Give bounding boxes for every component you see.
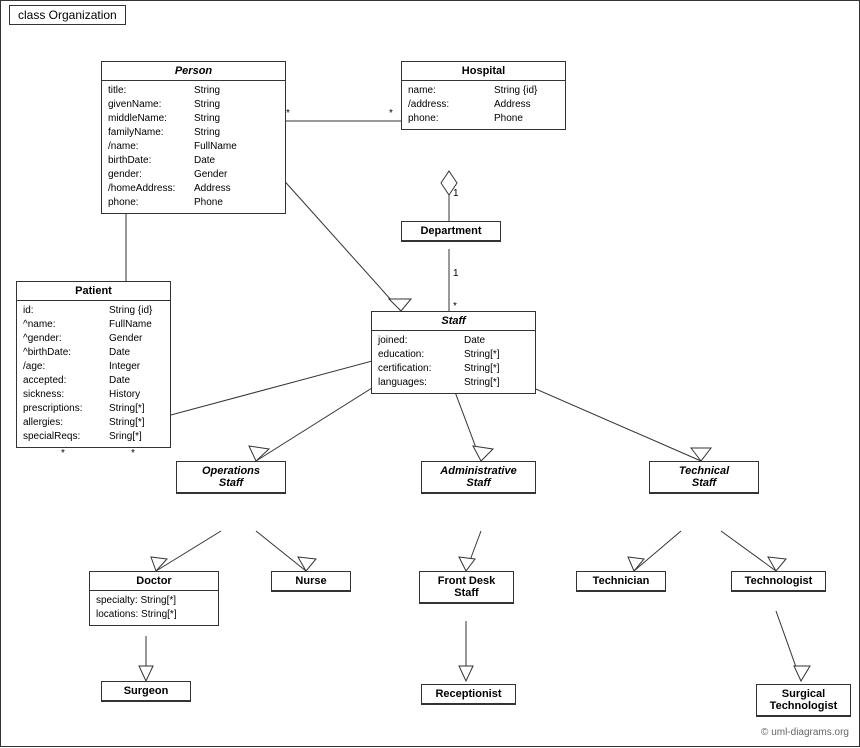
doctor-class: Doctor specialty: String[*] locations: S… [89, 571, 219, 626]
person-class-attrs: title:String givenName:String middleName… [102, 81, 285, 213]
hospital-class-name: Hospital [402, 62, 565, 81]
staff-class: Staff joined:Date education:String[*] ce… [371, 311, 536, 394]
person-class-name: Person [102, 62, 285, 81]
svg-text:1: 1 [453, 268, 459, 279]
department-class: Department [401, 221, 501, 242]
doctor-class-name: Doctor [90, 572, 218, 591]
staff-class-name: Staff [372, 312, 535, 331]
technician-class-name: Technician [577, 572, 665, 591]
patient-class: Patient id:String {id} ^name:FullName ^g… [16, 281, 171, 448]
svg-text:*: * [286, 108, 290, 119]
svg-text:1: 1 [453, 188, 459, 199]
patient-class-name: Patient [17, 282, 170, 301]
svg-text:*: * [61, 448, 65, 459]
front-desk-staff-class-name: Front DeskStaff [420, 572, 513, 603]
technologist-class: Technologist [731, 571, 826, 592]
watermark: © uml-diagrams.org [761, 727, 849, 738]
administrative-staff-class: AdministrativeStaff [421, 461, 536, 494]
svg-text:*: * [389, 108, 393, 119]
operations-staff-class-name: OperationsStaff [177, 462, 285, 493]
nurse-class: Nurse [271, 571, 351, 592]
receptionist-class-name: Receptionist [422, 685, 515, 704]
receptionist-class: Receptionist [421, 684, 516, 705]
front-desk-staff-class: Front DeskStaff [419, 571, 514, 604]
hospital-class-attrs: name:String {id} /address:Address phone:… [402, 81, 565, 129]
technical-staff-class-name: TechnicalStaff [650, 462, 758, 493]
surgeon-class: Surgeon [101, 681, 191, 702]
surgeon-class-name: Surgeon [102, 682, 190, 701]
operations-staff-class: OperationsStaff [176, 461, 286, 494]
technologist-class-name: Technologist [732, 572, 825, 591]
surgical-technologist-class-name: SurgicalTechnologist [757, 685, 850, 716]
technical-staff-class: TechnicalStaff [649, 461, 759, 494]
surgical-technologist-class: SurgicalTechnologist [756, 684, 851, 717]
department-class-name: Department [402, 222, 500, 241]
doctor-class-attrs: specialty: String[*] locations: String[*… [90, 591, 218, 625]
diagram-title: class Organization [9, 5, 126, 25]
nurse-class-name: Nurse [272, 572, 350, 591]
svg-text:*: * [131, 448, 135, 459]
patient-class-attrs: id:String {id} ^name:FullName ^gender:Ge… [17, 301, 170, 447]
person-class: Person title:String givenName:String mid… [101, 61, 286, 214]
technician-class: Technician [576, 571, 666, 592]
staff-class-attrs: joined:Date education:String[*] certific… [372, 331, 535, 393]
diagram-container: class Organization * * 1 * 1 * * * [0, 0, 860, 747]
administrative-staff-class-name: AdministrativeStaff [422, 462, 535, 493]
hospital-class: Hospital name:String {id} /address:Addre… [401, 61, 566, 130]
